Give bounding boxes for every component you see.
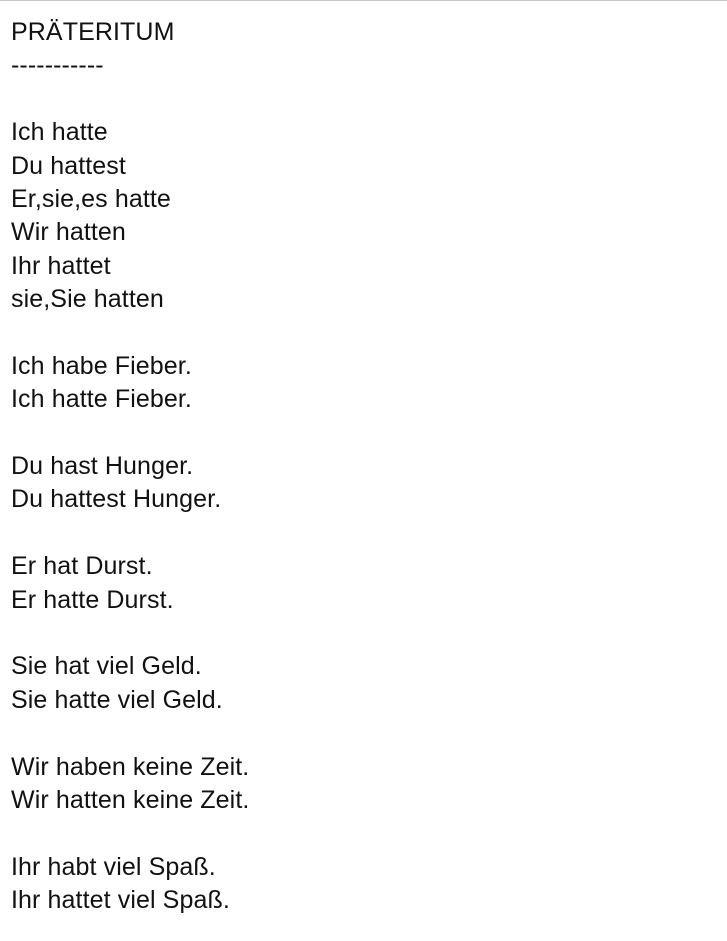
example-past: Ich hatte Fieber.	[11, 385, 192, 414]
conjugation-line: sie,Sie hatten	[11, 285, 164, 314]
example-past: Er hatte Durst.	[11, 585, 174, 614]
note-title: PRÄTERITUM	[11, 18, 175, 46]
conjugation-line: Wir hatten	[11, 218, 126, 247]
example-present: Ihr habt viel Spaß.	[11, 852, 216, 881]
example-past: Sie hatte viel Geld.	[11, 685, 223, 714]
example-present: Er hat Durst.	[11, 552, 153, 581]
title-underline: -----------	[11, 51, 104, 80]
conjugation-line: Ich hatte	[11, 118, 108, 147]
example-present: Sie hat viel Geld.	[11, 652, 202, 681]
example-past: Wir hatten keine Zeit.	[11, 785, 250, 814]
conjugation-line: Er,sie,es hatte	[11, 184, 171, 213]
example-past: Du hattest Hunger.	[11, 485, 222, 514]
example-present: Wir haben keine Zeit.	[11, 752, 250, 781]
top-divider	[0, 0, 727, 1]
example-present: Du hast Hunger.	[11, 452, 194, 481]
note-body[interactable]: PRÄTERITUM ----------- Ich hatte Du hatt…	[11, 16, 711, 918]
example-present: Ich habe Fieber.	[11, 351, 192, 380]
example-past: Ihr hattet viel Spaß.	[11, 886, 230, 915]
conjugation-line: Ihr hattet	[11, 251, 111, 280]
conjugation-line: Du hattest	[11, 151, 126, 180]
